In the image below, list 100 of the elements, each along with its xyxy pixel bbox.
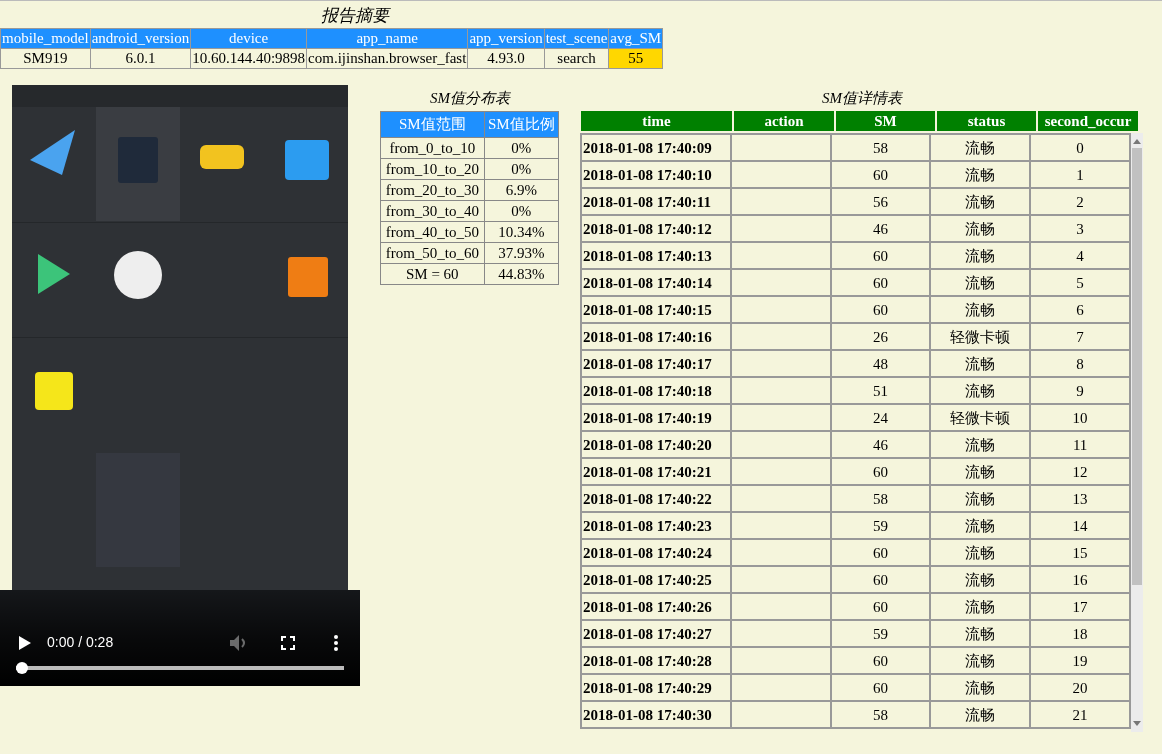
table-cell: 60: [830, 458, 931, 485]
table-cell: 37.93%: [484, 242, 559, 264]
table-cell: 59: [830, 512, 931, 539]
table-cell: from_10_to_20: [380, 158, 485, 180]
table-cell: 2018-01-08 17:40:30: [581, 701, 731, 728]
column-header: second_occur: [1038, 111, 1138, 131]
more-icon[interactable]: [334, 635, 338, 651]
table-cell: 2018-01-08 17:40:25: [581, 566, 731, 593]
scroll-down-icon[interactable]: [1133, 721, 1141, 727]
table-cell: 10.60.144.40:9898: [190, 48, 307, 69]
table-title: SM值分布表: [430, 90, 510, 106]
table-cell: 2018-01-08 17:40:13: [581, 242, 731, 269]
table-cell: 24: [830, 404, 931, 431]
table-cell: 2018-01-08 17:40:16: [581, 323, 731, 350]
column-header: status: [937, 111, 1036, 131]
table-cell: 流畅: [930, 593, 1031, 620]
table-cell: 流畅: [930, 188, 1031, 215]
column-header: device: [190, 28, 307, 49]
table-title: 报告摘要: [321, 6, 389, 25]
table-cell: 轻微卡顿: [930, 404, 1031, 431]
table-cell: 2018-01-08 17:40:29: [581, 674, 731, 701]
video-time: 0:00 / 0:28: [47, 633, 114, 651]
table-cell: 26: [830, 323, 931, 350]
table-cell: from_30_to_40: [380, 200, 485, 222]
table-cell: 流畅: [930, 161, 1031, 188]
column-header: android_version: [90, 28, 191, 49]
table-cell: 2018-01-08 17:40:23: [581, 512, 731, 539]
table-cell: 2018-01-08 17:40:24: [581, 539, 731, 566]
table-cell: from_0_to_10: [380, 137, 485, 159]
table-cell: SM919: [0, 48, 91, 69]
table-cell: 44.83%: [484, 263, 559, 285]
table-cell: 2018-01-08 17:40:26: [581, 593, 731, 620]
table-cell: from_50_to_60: [380, 242, 485, 264]
table-cell: 流畅: [930, 647, 1031, 674]
table-cell: 流畅: [930, 512, 1031, 539]
table-cell: 4.93.0: [467, 48, 545, 69]
table-cell: 10.34%: [484, 221, 559, 243]
table-cell: 2018-01-08 17:40:11: [581, 188, 731, 215]
table-cell: 58: [830, 485, 931, 512]
table-cell: 51: [830, 377, 931, 404]
table-cell: 2018-01-08 17:40:10: [581, 161, 731, 188]
table-cell: 流畅: [930, 566, 1031, 593]
table-cell: 60: [830, 296, 931, 323]
table-cell: 流畅: [930, 620, 1031, 647]
table-cell: 2018-01-08 17:40:28: [581, 647, 731, 674]
table-cell: 60: [830, 539, 931, 566]
table-cell: 2018-01-08 17:40:14: [581, 269, 731, 296]
column-header: SM值范围: [380, 111, 485, 138]
table-cell: 流畅: [930, 242, 1031, 269]
fullscreen-icon[interactable]: [281, 636, 295, 650]
table-cell: 流畅: [930, 350, 1031, 377]
table-cell: 2018-01-08 17:40:19: [581, 404, 731, 431]
column-header: avg_SM: [608, 28, 663, 49]
table-cell: 58: [830, 701, 931, 728]
column-header: mobile_model: [0, 28, 91, 49]
table-cell: 2018-01-08 17:40:17: [581, 350, 731, 377]
table-cell: 0%: [484, 137, 559, 159]
play-icon[interactable]: [19, 636, 31, 650]
column-header: time: [581, 111, 732, 131]
table-cell: 2018-01-08 17:40:09: [581, 134, 731, 161]
table-title: SM值详情表: [822, 90, 902, 106]
table-cell: 0%: [484, 158, 559, 180]
table-cell: 59: [830, 620, 931, 647]
table-cell: 2018-01-08 17:40:21: [581, 458, 731, 485]
table-cell: 流畅: [930, 431, 1031, 458]
table-cell: 流畅: [930, 377, 1031, 404]
column-header: app_name: [306, 28, 468, 49]
table-cell: com.ijinshan.browser_fast: [306, 48, 468, 69]
table-cell: 2018-01-08 17:40:18: [581, 377, 731, 404]
table-cell: 流畅: [930, 296, 1031, 323]
table-cell: 流畅: [930, 539, 1031, 566]
table-cell: 60: [830, 161, 931, 188]
table-cell: from_20_to_30: [380, 179, 485, 201]
column-header: test_scene: [544, 28, 609, 49]
table-cell: 60: [830, 269, 931, 296]
table-cell: 流畅: [930, 701, 1031, 728]
column-header: SM值比例: [484, 111, 559, 138]
table-cell: 60: [830, 242, 931, 269]
scroll-up-icon[interactable]: [1133, 138, 1141, 144]
table-cell: 46: [830, 431, 931, 458]
table-cell: 2018-01-08 17:40:12: [581, 215, 731, 242]
table-cell: 56: [830, 188, 931, 215]
table-cell: 60: [830, 647, 931, 674]
table-cell: 6.9%: [484, 179, 559, 201]
table-cell: 2018-01-08 17:40:15: [581, 296, 731, 323]
table-cell: 轻微卡顿: [930, 323, 1031, 350]
scrollbar[interactable]: [1131, 133, 1143, 732]
table-cell: 46: [830, 215, 931, 242]
column-header: action: [734, 111, 834, 131]
table-cell: 58: [830, 134, 931, 161]
scrollbar-thumb[interactable]: [1132, 148, 1142, 585]
table-cell: SM = 60: [380, 263, 485, 285]
table-cell: 6.0.1: [90, 48, 191, 69]
table-cell: 2018-01-08 17:40:20: [581, 431, 731, 458]
table-cell: 60: [830, 593, 931, 620]
table-cell: 48: [830, 350, 931, 377]
table-cell: 流畅: [930, 134, 1031, 161]
column-header: app_version: [467, 28, 545, 49]
table-cell: 流畅: [930, 458, 1031, 485]
table-cell: search: [544, 48, 609, 69]
